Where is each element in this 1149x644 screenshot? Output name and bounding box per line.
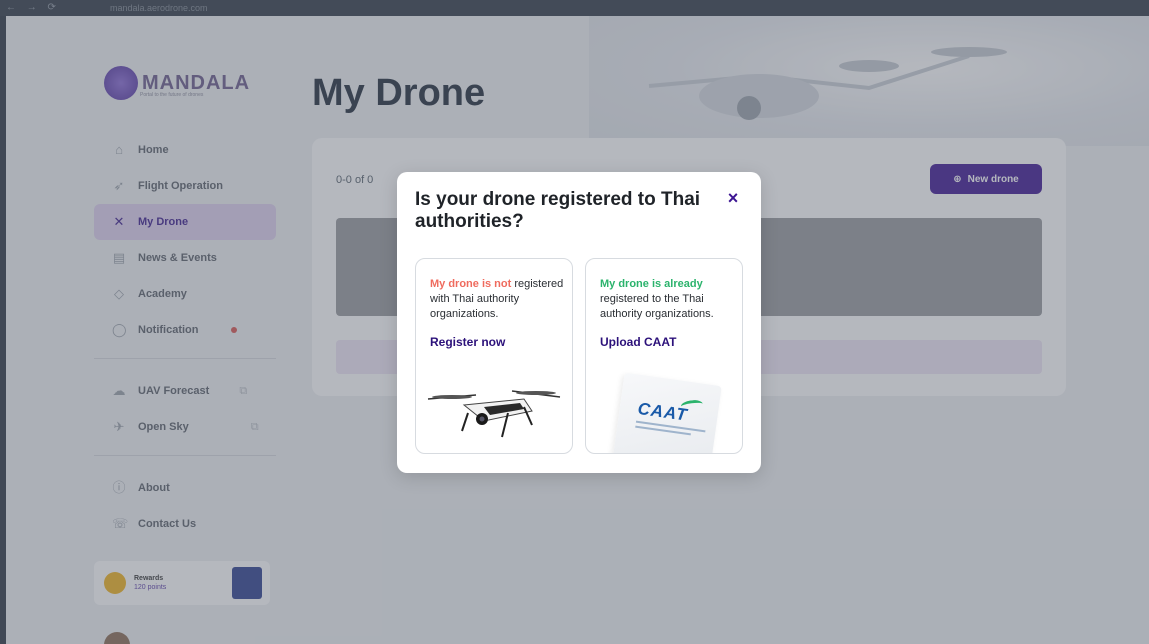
option-not-registered[interactable]: My drone is not registered with Thai aut… (415, 258, 573, 454)
caat-document-image: CAAT (612, 372, 722, 453)
registration-modal: Is your drone registered to Thai authori… (397, 172, 761, 473)
option-rest: registered to the Thai authority organiz… (600, 293, 714, 320)
upload-caat-link[interactable]: Upload CAAT (600, 335, 676, 349)
option-already-registered[interactable]: My drone is already registered to the Th… (585, 258, 743, 454)
option-highlight: My drone is not (430, 278, 512, 290)
modal-title: Is your drone registered to Thai authori… (415, 189, 701, 232)
register-now-link[interactable]: Register now (430, 335, 505, 349)
option-description: My drone is already registered to the Th… (600, 277, 734, 322)
caat-swoosh-icon (680, 398, 704, 412)
option-description: My drone is not registered with Thai aut… (430, 277, 564, 322)
close-icon[interactable]: × (725, 189, 741, 207)
option-highlight: My drone is already (600, 278, 703, 290)
drone-image (427, 390, 561, 438)
